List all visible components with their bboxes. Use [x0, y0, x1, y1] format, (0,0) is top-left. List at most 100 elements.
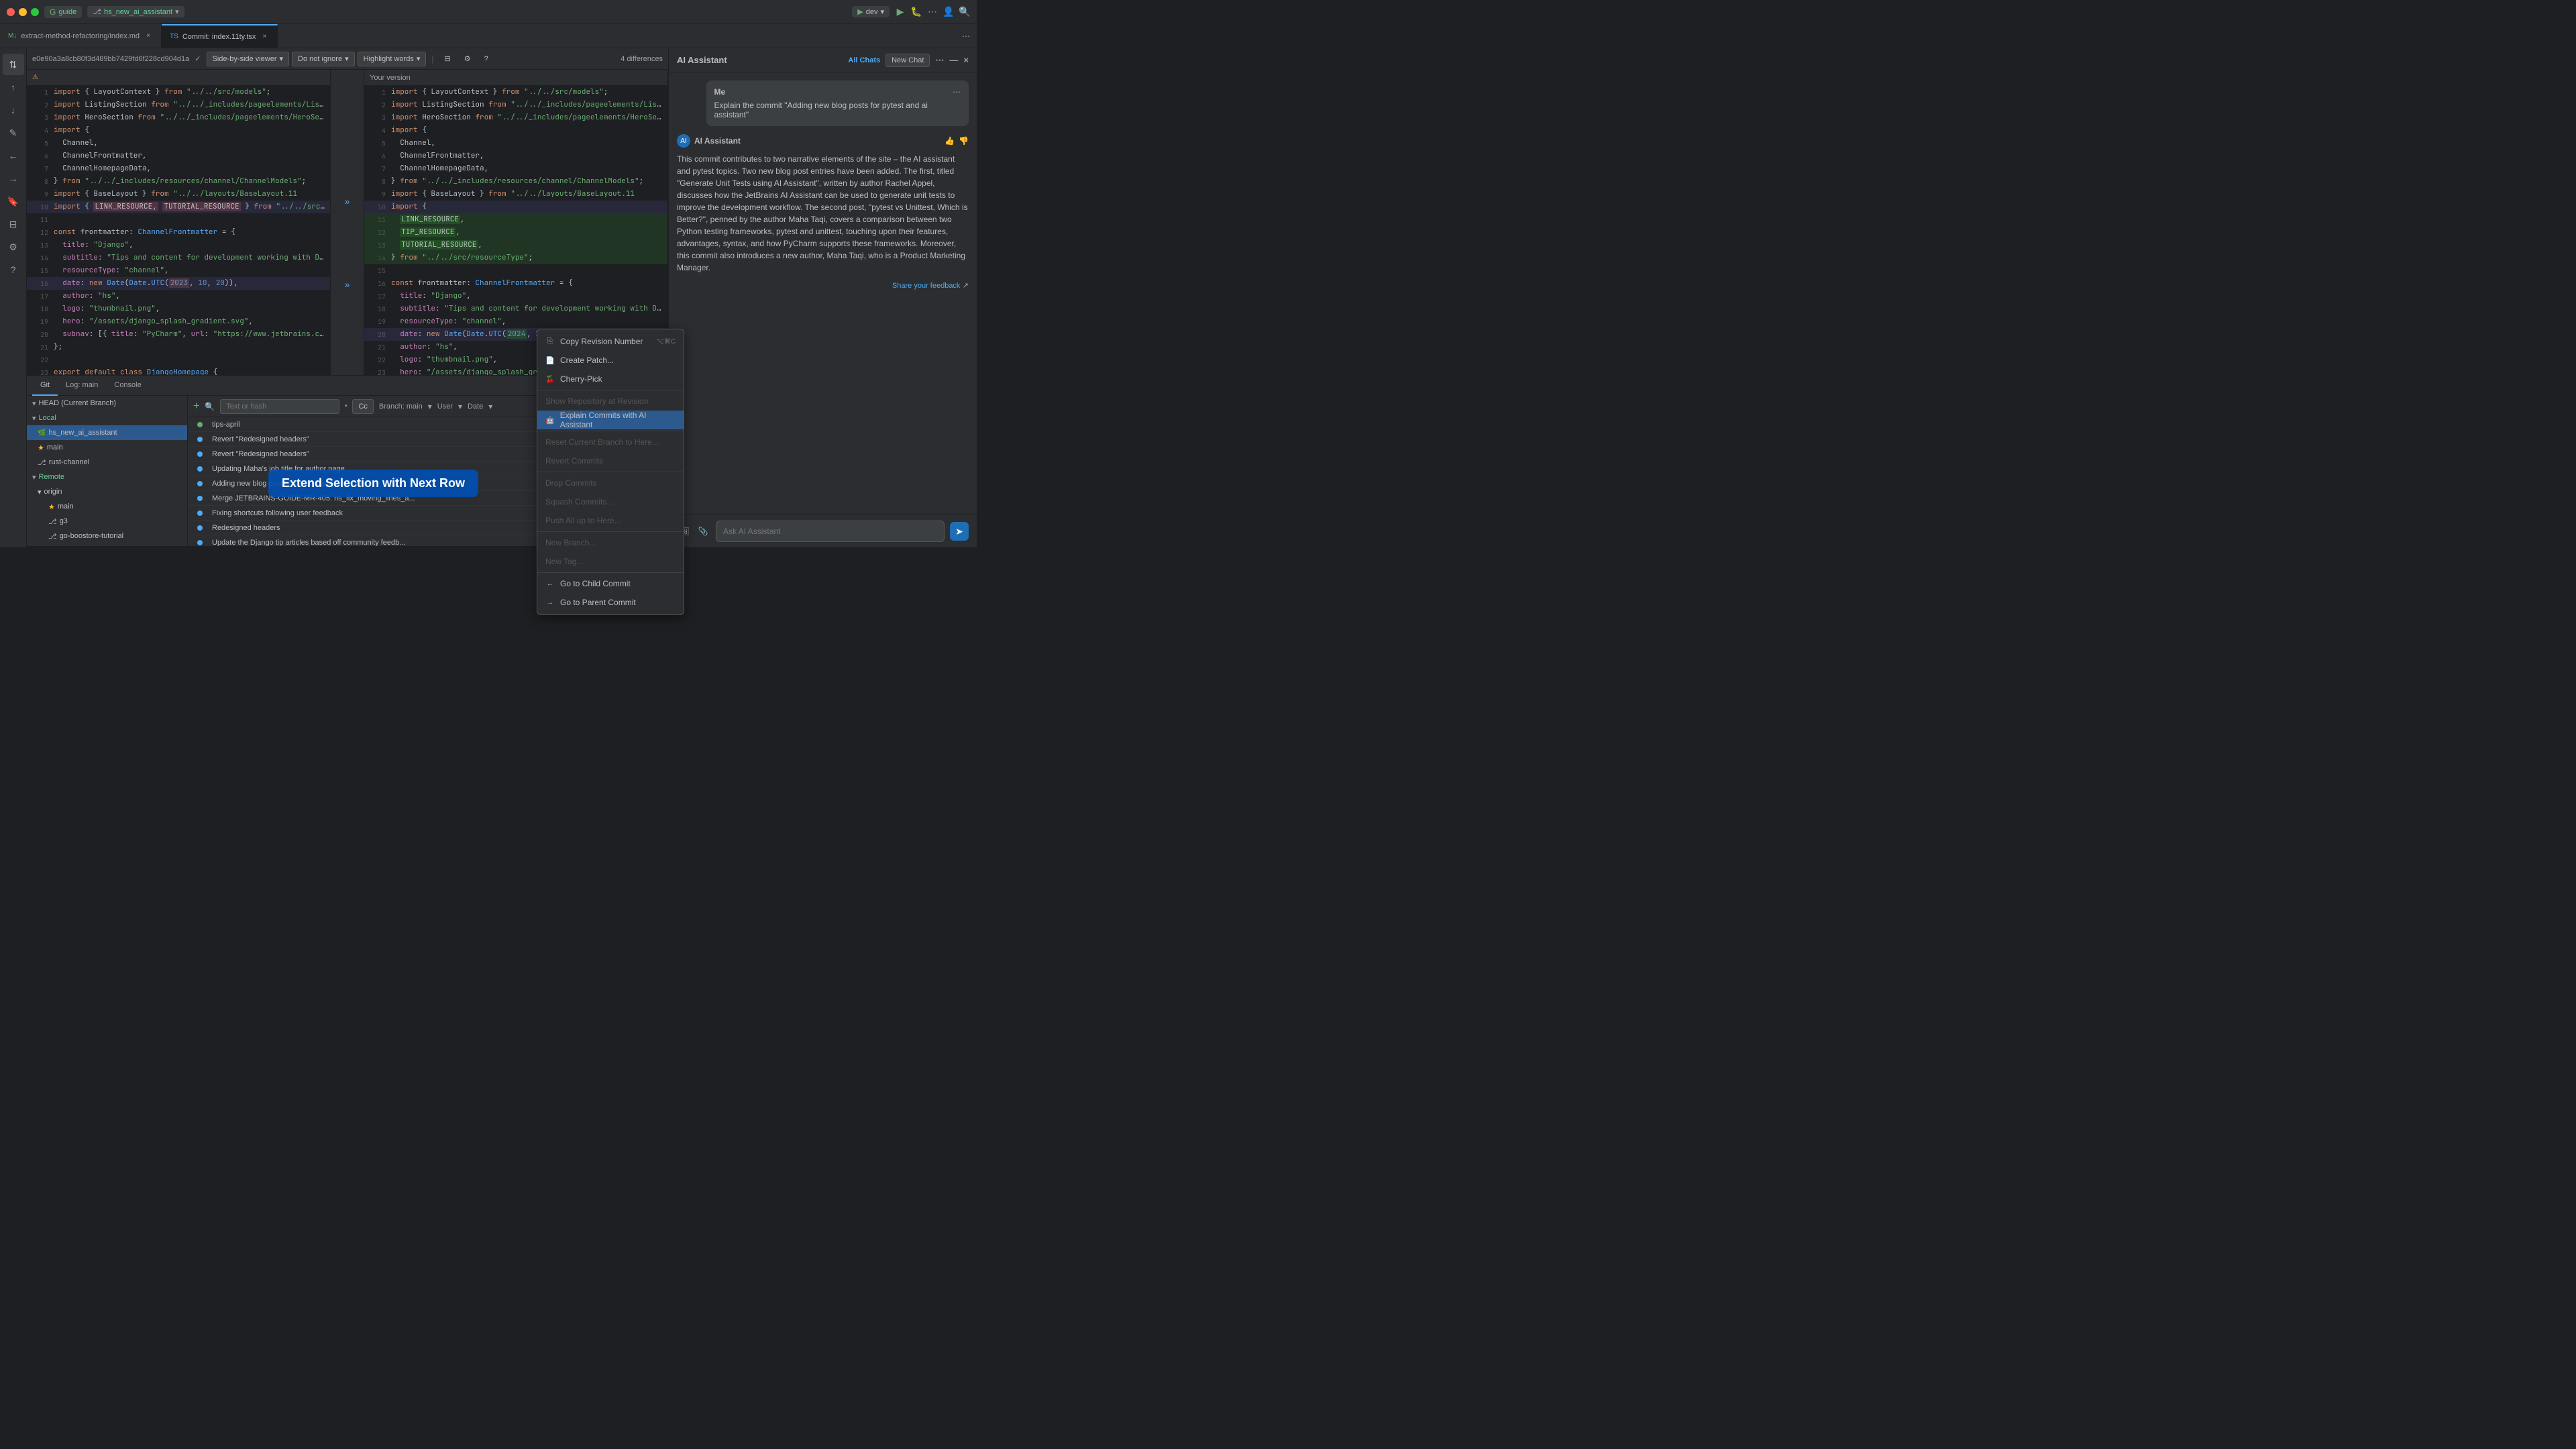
search-icon[interactable]: 🔍 [959, 7, 970, 17]
commit-graph-2 [193, 451, 207, 457]
user-icon[interactable]: 👤 [943, 7, 954, 17]
sidebar-diff-icon[interactable]: ⇅ [3, 54, 24, 75]
git-branch-main[interactable]: ★ main [27, 440, 187, 455]
git-head-item[interactable]: ▾ HEAD (Current Branch) [27, 396, 187, 411]
sidebar-split-icon[interactable]: ⊟ [3, 213, 24, 235]
mod-line-14: 14 } from "../../src/resourceType"; [364, 252, 667, 264]
run-icon[interactable]: ▶ [895, 7, 906, 17]
commit-graph-0 [193, 422, 207, 427]
new-chat-button[interactable]: New Chat [885, 54, 930, 67]
ctx-go-child-label: Go to Child Commit [560, 579, 631, 588]
ignore-dropdown[interactable]: Do not ignore ▾ [292, 52, 355, 66]
ctx-new-tag: New Tag... [537, 552, 684, 571]
ai-user-name: Me [714, 87, 726, 97]
code-line-3: 3 import HeroSection from "../../_includ… [27, 111, 330, 124]
ai-ask-input[interactable] [716, 521, 945, 542]
mod-line-8: 8 } from "../../_includes/resources/chan… [364, 175, 667, 188]
run-config[interactable]: ▶ dev ▾ [852, 6, 890, 17]
app-breadcrumb[interactable]: G guide [44, 6, 82, 18]
tab-close-2[interactable]: × [260, 32, 269, 42]
sidebar-help-icon[interactable]: ? [3, 259, 24, 280]
git-local-section[interactable]: ▾ Local [27, 411, 187, 425]
minimize-button[interactable] [19, 8, 27, 16]
ai-feedback-link[interactable]: Share your feedback [892, 282, 961, 290]
ai-send-button[interactable]: ➤ [950, 522, 969, 541]
git-remote-section[interactable]: ▾ Remote [27, 470, 187, 484]
ctx-create-patch[interactable]: 📄 Create Patch... [537, 351, 684, 370]
code-line-24: 20 subnav: [{ title: "PyCharm", url: "ht… [27, 328, 330, 341]
git-branch-rust[interactable]: ⎇ rust-channel [27, 455, 187, 470]
ai-header-links: All Chats New Chat ⋯ — × [848, 54, 969, 67]
toggle-btn-1[interactable]: ⊟ [439, 52, 455, 66]
mod-line-4: 4import { [364, 124, 667, 137]
sidebar-arrow-left[interactable]: ← [3, 145, 24, 166]
sidebar-edit-icon[interactable]: ✎ [3, 122, 24, 144]
tab-console[interactable]: Console [106, 376, 149, 396]
view-mode-dropdown[interactable]: Side-by-side viewer ▾ [207, 52, 290, 66]
git-remote-g3[interactable]: ⎇ g3 [27, 514, 187, 529]
diff-gutter: » » [331, 70, 364, 375]
diff-count: 4 differences [621, 55, 663, 63]
help-btn[interactable]: ? [479, 52, 494, 66]
sidebar-settings-icon[interactable]: ⚙ [3, 236, 24, 258]
commit-msg-0: tips-april [212, 421, 545, 429]
code-line-23: 19 hero: "/assets/django_splash_gradient… [27, 315, 330, 328]
diff-pane-original: ⚠ 1 import { LayoutContext } from "../..… [27, 70, 331, 375]
ctx-go-parent[interactable]: → Go to Parent Commit [537, 593, 684, 612]
cc-button[interactable]: Cc [352, 399, 373, 414]
ctx-copy-revision[interactable]: ⎘ Copy Revision Number ⌥⌘C [537, 332, 684, 351]
commit-dot-2 [197, 451, 203, 457]
tab-close-1[interactable]: × [144, 32, 153, 41]
git-remote-origin[interactable]: ▾ origin [27, 484, 187, 499]
ai-attachment-icon[interactable]: 📎 [696, 524, 710, 539]
more-options-icon[interactable]: ⋯ [927, 7, 938, 17]
git-remote-mb-headers[interactable]: ⎇ mb-headers [27, 543, 187, 546]
sidebar-bookmark-icon[interactable]: 🔖 [3, 191, 24, 212]
add-icon[interactable]: + [193, 400, 199, 413]
branch-breadcrumb[interactable]: ⎇ hs_new_ai_assistant ▾ [87, 6, 184, 17]
debug-icon[interactable]: 🐛 [911, 7, 922, 17]
tab-log[interactable]: Log: main [58, 376, 106, 396]
ai-expand-icon[interactable]: × [963, 55, 969, 65]
highlight-dropdown[interactable]: Highlight words ▾ [358, 52, 427, 66]
user-label: User [437, 402, 453, 411]
sidebar-nav-up[interactable]: ↑ [3, 76, 24, 98]
ctx-go-child[interactable]: ← Go to Child Commit [537, 574, 684, 593]
arrow-left-icon: ← [545, 579, 555, 588]
mod-line-5: 5 Channel, [364, 137, 667, 150]
close-button[interactable] [7, 8, 15, 16]
original-pane-header: ⚠ [27, 70, 330, 86]
sidebar-nav-down[interactable]: ↓ [3, 99, 24, 121]
ctx-cherry-pick[interactable]: 🍒 Cherry-Pick [537, 370, 684, 388]
ai-close-icon[interactable]: — [949, 55, 958, 65]
head-label: HEAD (Current Branch) [39, 399, 117, 407]
ai-more-icon[interactable]: ⋯ [935, 55, 944, 66]
git-remote-main[interactable]: ★ main [27, 499, 187, 514]
git-tab-label: Git [40, 381, 50, 389]
your-version-label: Your version [370, 74, 411, 82]
tab-git[interactable]: Git [32, 376, 58, 396]
ai-bot-message: AI AI Assistant 👍 👎 This commit contribu… [677, 134, 969, 292]
arrow-right-icon: → [545, 598, 555, 607]
tab-commit-index[interactable]: TS Commit: index.11ty.tsx × [162, 24, 278, 48]
thumbs-down-icon[interactable]: 👎 [959, 135, 969, 147]
sidebar-arrow-right[interactable]: → [3, 168, 24, 189]
maximize-button[interactable] [31, 8, 39, 16]
dropdown-chevron: ▾ [280, 54, 284, 63]
thumbs-up-icon[interactable]: 👍 [945, 135, 955, 147]
ctx-explain-commits[interactable]: 🤖 Explain Commits with AI Assistant [537, 411, 684, 429]
context-menu: ⎘ Copy Revision Number ⌥⌘C 📄 Create Patc… [537, 329, 684, 615]
all-chats-link[interactable]: All Chats [848, 56, 880, 64]
ai-bot-name: AI Assistant [694, 135, 741, 147]
gutter-arrow-10[interactable]: » [343, 196, 352, 207]
commit-search-input[interactable] [220, 399, 339, 414]
ai-user-more-icon[interactable]: ⋯ [953, 87, 961, 97]
tab-extract-method[interactable]: M↓ extract-method-refactoring/index.md × [0, 24, 162, 48]
settings-btn[interactable]: ⚙ [459, 52, 476, 66]
git-remote-go[interactable]: ⎇ go-boostore-tutorial [27, 529, 187, 543]
git-branch-hs[interactable]: 🌿 hs_new_ai_assistant [27, 425, 187, 440]
tab-more-options[interactable]: ⋯ [955, 32, 977, 41]
gutter-arrow-20[interactable]: » [343, 279, 352, 290]
local-label: Local [39, 414, 56, 422]
original-code[interactable]: 1 import { LayoutContext } from "../../s… [27, 86, 330, 375]
